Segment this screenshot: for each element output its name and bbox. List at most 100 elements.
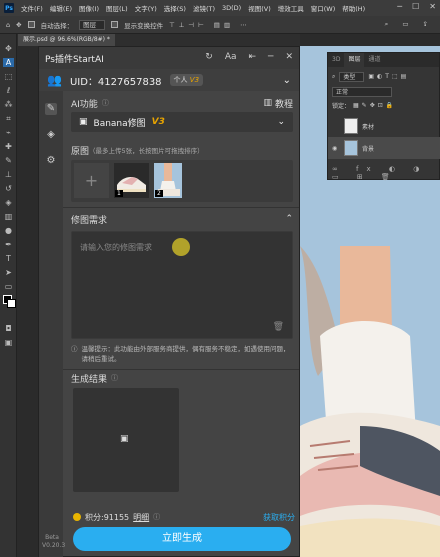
coin-icon	[73, 513, 81, 521]
model-select[interactable]: ▣ Banana修图 V3 ⌄	[71, 112, 293, 132]
minimize-icon[interactable]: ─	[397, 2, 402, 11]
tab-channels[interactable]: 通道	[364, 53, 384, 67]
original-row: 原图 （最多上传5张，长按图片可拖拽排序）	[71, 144, 293, 157]
filter-icons[interactable]: ▣◐T⬚▤	[368, 73, 409, 80]
menu-help[interactable]: 帮助(H)	[342, 3, 365, 13]
info-icon[interactable]: ⓘ	[111, 373, 118, 383]
info-icon[interactable]: ⓘ	[153, 512, 160, 522]
result-header: 生成结果 ⓘ	[71, 372, 293, 385]
generate-button[interactable]: 立即生成	[73, 527, 291, 551]
menu-3d[interactable]: 3D(D)	[222, 4, 241, 12]
close-icon[interactable]: ✕	[429, 2, 436, 11]
background-color-swatch[interactable]	[7, 299, 16, 308]
plugin-tool-icon[interactable]: A	[3, 58, 14, 67]
menu-view[interactable]: 视图(V)	[248, 3, 271, 13]
menu-type[interactable]: 文字(Y)	[135, 3, 157, 13]
tab-3d[interactable]: 3D	[328, 53, 344, 67]
blend-mode-dropdown[interactable]: 正常	[332, 86, 392, 97]
tab-layers[interactable]: 图层	[344, 53, 365, 67]
eye-icon[interactable]: ◉	[332, 145, 340, 152]
document-tab[interactable]: 展示.psd @ 96.6%(RGB/8#) *	[18, 34, 115, 46]
brush-tool-icon[interactable]: ✎	[3, 156, 14, 165]
menu-select[interactable]: 选择(S)	[164, 3, 186, 13]
layers-icon[interactable]: ◈	[45, 129, 57, 141]
layer-filter-dropdown[interactable]: 类型	[339, 71, 365, 82]
crop-tool-icon[interactable]: ⌗	[3, 114, 14, 123]
menu-file[interactable]: 文件(F)	[21, 3, 43, 13]
details-link[interactable]: 明细	[133, 512, 149, 523]
menu-image[interactable]: 图像(I)	[79, 3, 99, 13]
thumbnail-2[interactable]: 2	[154, 163, 182, 198]
add-image-button[interactable]: +	[74, 163, 109, 198]
info-icon[interactable]: ⓘ	[102, 98, 109, 108]
layer-filter-row: ⌕ 类型 ▣◐T⬚▤	[332, 71, 436, 82]
image-icon: ▣	[120, 434, 129, 444]
collapse-icon[interactable]: ⇤	[248, 52, 256, 62]
type-tool-icon[interactable]: T	[3, 254, 14, 263]
prompt-textarea[interactable]: 请输入您的修图需求 🗑	[71, 231, 293, 339]
history-brush-icon[interactable]: ↺	[3, 184, 14, 193]
chevron-up-icon[interactable]: ⌃	[285, 214, 293, 224]
layers-panel: 3D 图层 通道 ⌕ 类型 ▣◐T⬚▤ 正常 锁定： ▦✎✥⊡🔒 素材 ◉ 背景…	[327, 52, 440, 181]
layer-row[interactable]: ◉ 背景	[328, 137, 440, 159]
gradient-tool-icon[interactable]: ▥	[3, 212, 14, 221]
thumb-index: 2	[155, 190, 163, 197]
chevron-down-icon[interactable]: ⌄	[283, 75, 291, 86]
trash-icon[interactable]: 🗑	[273, 322, 284, 332]
edit-section-header[interactable]: 修图需求 ⌃	[71, 213, 293, 226]
dodge-tool-icon[interactable]: ●	[3, 226, 14, 235]
original-hint: （最多上传5张，长按图片可拖拽排序）	[89, 147, 204, 155]
menu-edit[interactable]: 编辑(E)	[50, 3, 72, 13]
lock-icons[interactable]: ▦✎✥⊡🔒	[353, 102, 396, 109]
lasso-tool-icon[interactable]: ℓ	[3, 86, 14, 95]
show-transform-label: 显示变换控件	[124, 21, 164, 30]
align-icons[interactable]: ⊤⊥⊣⊢ ▤▥ ⋯	[169, 21, 251, 29]
menu-layer[interactable]: 图层(L)	[106, 3, 128, 13]
close-icon[interactable]: ✕	[285, 52, 293, 62]
move-tool-icon[interactable]: ✥	[16, 21, 21, 29]
auto-select-checkbox[interactable]	[27, 21, 35, 28]
screen-mode-icon[interactable]: ▣	[3, 338, 14, 347]
minimize-icon[interactable]: ─	[268, 52, 273, 62]
layer-name[interactable]: 背景	[362, 144, 374, 153]
result-label: 生成结果	[71, 374, 108, 385]
move-tool-icon[interactable]: ✥	[3, 44, 14, 53]
layer-name[interactable]: 素材	[362, 122, 374, 131]
tutorial-link[interactable]: ▥ 教程	[263, 97, 293, 110]
settings-icon[interactable]: ⚙	[45, 155, 57, 167]
healing-brush-icon[interactable]: ✚	[3, 142, 14, 151]
refresh-icon[interactable]: ↻	[205, 52, 213, 62]
font-size-icon[interactable]: Aa	[225, 52, 237, 62]
menu-window[interactable]: 窗口(W)	[311, 3, 336, 13]
shape-tool-icon[interactable]: ▭	[3, 282, 14, 291]
home-icon[interactable]: ⌂	[6, 21, 10, 29]
pen-tool-icon[interactable]: ✒	[3, 240, 14, 249]
menu-filter[interactable]: 滤镜(T)	[193, 3, 215, 13]
layer-row[interactable]: 素材	[328, 115, 440, 137]
eraser-tool-icon[interactable]: ◈	[3, 198, 14, 207]
auto-select-dropdown[interactable]: 图层	[79, 19, 106, 30]
layers-footer-icons[interactable]: ∞ fx ◐ ◑ ▭ ⊞ 🗑	[332, 165, 436, 181]
menu-bar: Ps 文件(F) 编辑(E) 图像(I) 图层(L) 文字(Y) 选择(S) 滤…	[0, 0, 440, 16]
marquee-tool-icon[interactable]: ⬚	[3, 72, 14, 81]
thumbnail-1[interactable]: 1	[114, 163, 149, 198]
quick-select-icon[interactable]: ⁂	[3, 100, 14, 109]
layers-panel-tabs: 3D 图层 通道	[328, 53, 439, 67]
eyedropper-icon[interactable]: ⌁	[3, 128, 14, 137]
stamp-tool-icon[interactable]: ⊥	[3, 170, 14, 179]
result-image-placeholder[interactable]: ▣	[73, 388, 179, 492]
prompt-placeholder: 请输入您的修图需求	[80, 243, 152, 252]
tools-panel: ✥ A ⬚ ℓ ⁂ ⌗ ⌁ ✚ ✎ ⊥ ↺ ◈ ▥ ● ✒ T ➤ ▭ ◘ ▣	[0, 34, 17, 557]
get-points-link[interactable]: 获取积分	[263, 512, 295, 523]
window-controls: ─ ☐ ✕	[397, 2, 436, 11]
lock-row: 锁定： ▦✎✥⊡🔒	[332, 100, 436, 111]
show-transform-checkbox[interactable]	[111, 21, 119, 28]
search-icon[interactable]: ⌕ ▭ ⇪	[385, 20, 434, 29]
menu-plugins[interactable]: 增效工具	[278, 3, 304, 13]
path-select-icon[interactable]: ➤	[3, 268, 14, 277]
quick-mask-icon[interactable]: ◘	[3, 324, 14, 333]
maximize-icon[interactable]: ☐	[412, 2, 419, 11]
beta-label: Beta	[45, 534, 59, 541]
divider	[63, 207, 299, 208]
edit-icon[interactable]: ✎	[45, 103, 57, 115]
